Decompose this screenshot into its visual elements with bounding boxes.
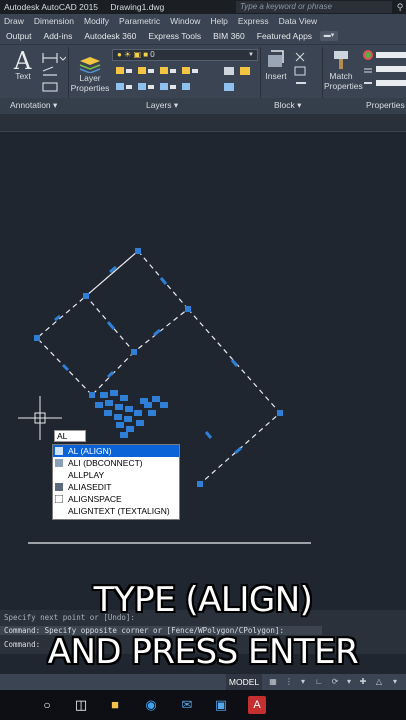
match-properties-button[interactable]: Match Properties bbox=[324, 49, 363, 91]
drawing-svg[interactable] bbox=[0, 132, 406, 610]
panel-properties[interactable]: Properties bbox=[366, 100, 405, 110]
suggestion-aligntext[interactable]: ALIGNTEXT (TEXTALIGN) bbox=[53, 505, 179, 517]
menu-express[interactable]: Express bbox=[233, 16, 274, 26]
ribbon-tabs: Output Add-ins Autodesk 360 Express Tool… bbox=[0, 28, 406, 44]
search-icon[interactable]: ○ bbox=[38, 696, 56, 714]
tab-autodesk-360[interactable]: Autodesk 360 bbox=[78, 31, 142, 41]
model-space-button[interactable]: MODEL bbox=[226, 674, 262, 690]
layer-properties-button[interactable]: Layer Properties bbox=[70, 55, 110, 93]
task-view-icon[interactable]: ◫ bbox=[72, 696, 90, 714]
os-taskbar: ○ ◫ ■ ◉ ✉ ▣ A bbox=[0, 690, 406, 720]
app-title: Autodesk AutoCAD 2015 bbox=[4, 2, 99, 12]
layer-dropdown[interactable]: ● ☀ ▣ ■ 0 ▼ bbox=[112, 49, 258, 61]
menu-help[interactable]: Help bbox=[205, 16, 232, 26]
ribbon-panel-labels: Annotation ▾ Layers ▾ Block ▾ Properties bbox=[0, 98, 406, 114]
edge-browser-icon[interactable]: ◉ bbox=[142, 696, 160, 714]
midpoint-grips[interactable] bbox=[54, 265, 242, 455]
layer-tool-icons[interactable] bbox=[114, 65, 198, 97]
selected-hatch[interactable] bbox=[95, 390, 168, 438]
tab-add-ins[interactable]: Add-ins bbox=[38, 31, 79, 41]
panel-layers[interactable]: Layers ▾ bbox=[146, 100, 178, 111]
snap-icon[interactable]: ⋮ bbox=[284, 677, 294, 687]
title-bar: Autodesk AutoCAD 2015 Drawing1.dwg Type … bbox=[0, 0, 406, 14]
autocad-app-icon[interactable]: A bbox=[248, 696, 266, 714]
ortho-icon[interactable]: ∟ bbox=[314, 677, 324, 687]
caption-line-1: TYPE (ALIGN) bbox=[93, 580, 313, 620]
autocomplete-list: AL (ALIGN) ALI (DBCONNECT) ALLPLAY ALIAS… bbox=[52, 444, 180, 520]
insert-block-icon bbox=[268, 50, 284, 67]
search-input[interactable]: Type a keyword or phrase bbox=[236, 1, 392, 13]
drawing-area[interactable] bbox=[0, 132, 406, 610]
layer-properties-label-2: Properties bbox=[70, 83, 110, 93]
match-label-1: Match bbox=[329, 71, 353, 81]
menu-draw[interactable]: Draw bbox=[0, 16, 29, 26]
windows-start-icon[interactable] bbox=[6, 696, 24, 714]
menu-modify[interactable]: Modify bbox=[79, 16, 114, 26]
ribbon-toggle-icon[interactable]: ▬▾ bbox=[320, 31, 339, 41]
property-swatch-icons[interactable] bbox=[362, 49, 406, 93]
selected-square-small[interactable] bbox=[85, 250, 189, 353]
text-tool[interactable]: A Text bbox=[8, 47, 38, 81]
chevron-down-icon: ▼ bbox=[248, 52, 254, 58]
selected-polyline-right[interactable] bbox=[187, 308, 281, 485]
menu-data-view[interactable]: Data View bbox=[274, 16, 323, 26]
insert-label: Insert bbox=[265, 71, 287, 81]
match-label-2: Properties bbox=[324, 81, 363, 91]
tab-express-tools[interactable]: Express Tools bbox=[142, 31, 207, 41]
chevron-down-icon[interactable]: ▾ bbox=[344, 677, 354, 687]
suggestion-aliasedit[interactable]: ALIASEDIT bbox=[53, 481, 179, 493]
suggestion-allplay[interactable]: ALLPLAY bbox=[53, 469, 179, 481]
menu-window[interactable]: Window bbox=[165, 16, 205, 26]
layer-value: 0 bbox=[150, 50, 155, 59]
dimension-icons[interactable] bbox=[40, 49, 66, 95]
suggestion-dbconnect[interactable]: ALI (DBCONNECT) bbox=[53, 457, 179, 469]
status-bar: MODEL ▦ ⋮ ▾ ∟ ⟳ ▾ ✚ △ ▾ bbox=[0, 674, 406, 690]
osnap-icon[interactable]: △ bbox=[374, 677, 384, 687]
store-icon[interactable]: ▣ bbox=[212, 696, 230, 714]
dynamic-command-input[interactable]: AL bbox=[54, 430, 86, 442]
polar-icon[interactable]: ⟳ bbox=[330, 677, 340, 687]
insert-button[interactable]: Insert bbox=[262, 49, 290, 81]
menu-dimension[interactable]: Dimension bbox=[29, 16, 79, 26]
mail-icon[interactable]: ✉ bbox=[178, 696, 196, 714]
panel-block[interactable]: Block ▾ bbox=[274, 100, 301, 111]
tab-output[interactable]: Output bbox=[0, 31, 38, 41]
ribbon-bottom-bar bbox=[0, 114, 406, 132]
alignspace-icon bbox=[55, 495, 63, 503]
menu-parametric[interactable]: Parametric bbox=[114, 16, 165, 26]
isodraft-icon[interactable]: ✚ bbox=[358, 677, 368, 687]
layer-bulb-icon: ● ☀ ▣ ■ bbox=[117, 50, 149, 59]
search-icon[interactable]: ⚲ bbox=[394, 1, 406, 13]
caption-line-2: AND PRESS ENTER bbox=[47, 632, 359, 672]
menu-bar: Draw Dimension Modify Parametric Window … bbox=[0, 14, 406, 28]
dbconnect-icon bbox=[55, 459, 63, 467]
text-icon: A bbox=[13, 47, 32, 71]
tab-featured-apps[interactable]: Featured Apps bbox=[251, 31, 318, 41]
align-icon bbox=[55, 447, 63, 455]
aliasedit-icon bbox=[55, 483, 63, 491]
chevron-down-icon[interactable]: ▾ bbox=[390, 677, 400, 687]
layer-properties-label-1: Layer bbox=[79, 73, 101, 83]
file-name: Drawing1.dwg bbox=[110, 2, 165, 12]
grid-icon[interactable]: ▦ bbox=[268, 677, 278, 687]
selected-polyline-left[interactable] bbox=[36, 250, 139, 396]
suggestion-align[interactable]: AL (ALIGN) bbox=[53, 445, 179, 457]
chevron-down-icon[interactable]: ▾ bbox=[298, 677, 308, 687]
text-tool-label: Text bbox=[15, 71, 31, 81]
window-title: Autodesk AutoCAD 2015 Drawing1.dwg bbox=[0, 2, 174, 12]
paintbrush-icon bbox=[334, 51, 348, 69]
tab-bim-360[interactable]: BIM 360 bbox=[207, 31, 251, 41]
layer-extra-icons[interactable] bbox=[222, 65, 256, 97]
svg-text:A: A bbox=[13, 47, 32, 71]
layer-properties-icon bbox=[79, 57, 101, 73]
panel-annotation[interactable]: Annotation ▾ bbox=[10, 100, 57, 111]
suggestion-alignspace[interactable]: ALIGNSPACE bbox=[53, 493, 179, 505]
file-explorer-icon[interactable]: ■ bbox=[106, 696, 124, 714]
block-tool-icons[interactable] bbox=[292, 49, 318, 93]
